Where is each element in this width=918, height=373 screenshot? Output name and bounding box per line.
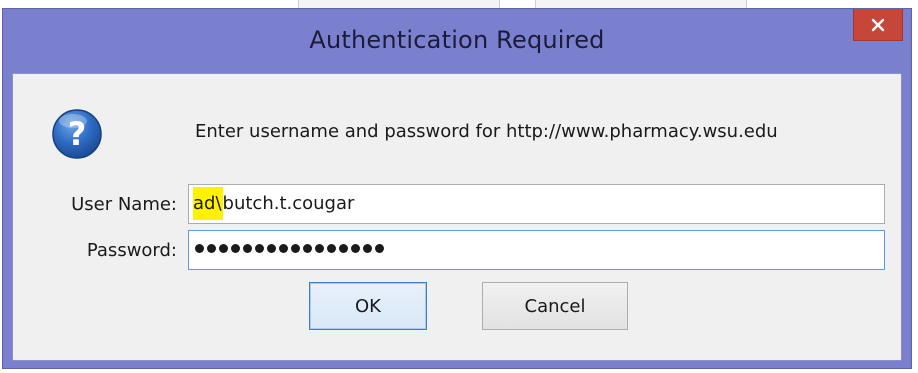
close-button[interactable] [853, 9, 903, 41]
username-domain-highlight: ad\ [193, 187, 223, 220]
title-bar[interactable]: Authentication Required [3, 9, 911, 73]
authentication-dialog: Authentication Required ? Enter username… [2, 8, 912, 369]
auth-message: Enter username and password for http://w… [195, 121, 778, 142]
password-dot [303, 244, 312, 253]
password-dot [363, 244, 372, 253]
ok-button[interactable]: OK [309, 282, 427, 330]
password-dot [243, 244, 252, 253]
password-dot [291, 244, 300, 253]
username-text: butch.t.cougar [222, 193, 355, 214]
password-dot [195, 244, 204, 253]
username-value: ad\butch.t.cougar [193, 187, 355, 220]
password-dot [375, 244, 384, 253]
dialog-body: ? Enter username and password for http:/… [12, 73, 902, 361]
password-dot [315, 244, 324, 253]
password-dot [231, 244, 240, 253]
password-dot [327, 244, 336, 253]
password-dot [339, 244, 348, 253]
password-dot [207, 244, 216, 253]
close-icon [871, 18, 885, 31]
password-dot [279, 244, 288, 253]
username-field[interactable]: ad\butch.t.cougar [188, 184, 885, 224]
svg-text:?: ? [68, 115, 87, 153]
password-dot [267, 244, 276, 253]
password-dot [351, 244, 360, 253]
password-dot [219, 244, 228, 253]
question-icon: ? [52, 109, 102, 159]
password-field[interactable] [188, 230, 885, 270]
username-label: User Name: [71, 194, 177, 215]
password-mask [195, 244, 384, 253]
password-label: Password: [86, 240, 177, 261]
cancel-button[interactable]: Cancel [482, 282, 628, 330]
password-dot [255, 244, 264, 253]
dialog-title: Authentication Required [309, 26, 605, 54]
